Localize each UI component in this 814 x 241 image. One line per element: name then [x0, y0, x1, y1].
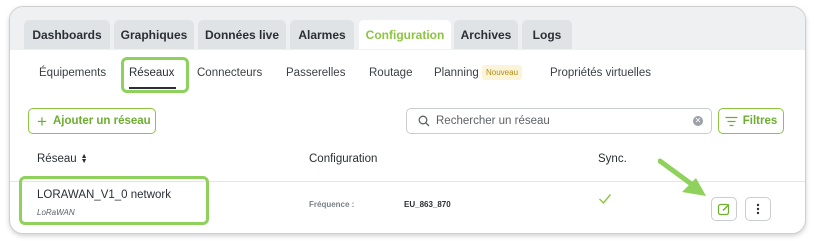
subnav-equipements[interactable]: Équipements [39, 67, 106, 79]
subnav-proprietes-virtuelles[interactable]: Propriétés virtuelles [550, 67, 651, 79]
clear-search-icon[interactable]: ✕ [693, 116, 703, 126]
edit-network-button[interactable] [711, 197, 737, 221]
vertical-dots-icon [756, 203, 760, 215]
main-tab-bar: Dashboards Graphiques Données live Alarm… [10, 7, 805, 50]
tab-archives[interactable]: Archives [454, 20, 518, 49]
subnav-reseaux[interactable]: Réseaux [129, 67, 174, 79]
filter-lines-icon [725, 116, 738, 126]
network-config-panel: Dashboards Graphiques Données live Alarm… [9, 6, 806, 234]
search-icon [418, 115, 430, 127]
search-placeholder: Rechercher un réseau [436, 115, 550, 127]
subnav-routage[interactable]: Routage [369, 67, 412, 79]
config-subnav: Équipements Réseaux Connecteurs Passerel… [10, 50, 805, 98]
sort-icon[interactable]: ▲ ▼ [81, 153, 88, 165]
column-header-reseau-label: Réseau [37, 153, 77, 165]
tab-graphiques[interactable]: Graphiques [114, 20, 194, 49]
config-label: Fréquence : [309, 200, 355, 209]
column-header-sync-label: Sync. [598, 153, 627, 165]
tab-alarmes[interactable]: Alarmes [290, 20, 354, 49]
active-subnav-underline [129, 87, 176, 89]
network-search-input[interactable]: Rechercher un réseau ✕ [406, 108, 712, 134]
filters-button[interactable]: Filtres [718, 108, 784, 134]
sync-check-icon [599, 194, 612, 205]
config-value: EU_863_870 [404, 200, 451, 209]
add-network-label: Ajouter un réseau [52, 115, 151, 127]
column-header-sync: Sync. [598, 153, 627, 165]
plus-icon: + [37, 111, 47, 131]
tab-logs[interactable]: Logs [522, 20, 572, 49]
subnav-planning[interactable]: Planning [434, 67, 479, 79]
new-badge: Nouveau [482, 65, 523, 80]
tab-dashboards[interactable]: Dashboards [24, 20, 110, 49]
column-header-reseau[interactable]: Réseau ▲ ▼ [37, 153, 88, 165]
tab-configuration[interactable]: Configuration [359, 20, 451, 49]
column-header-configuration: Configuration [309, 153, 377, 165]
filters-label: Filtres [742, 115, 778, 127]
subnav-connecteurs[interactable]: Connecteurs [197, 67, 262, 79]
tab-donnees-live[interactable]: Données live [198, 20, 286, 49]
network-type: LoRaWAN [37, 208, 75, 217]
column-header-configuration-label: Configuration [309, 153, 378, 165]
subnav-passerelles[interactable]: Passerelles [286, 67, 345, 79]
add-network-button[interactable]: + Ajouter un réseau [28, 108, 156, 134]
pointer-arrow-icon [658, 158, 706, 196]
row-more-options-button[interactable] [745, 197, 771, 221]
network-name[interactable]: LORAWAN_V1_0 network [37, 189, 171, 201]
edit-icon [717, 203, 730, 216]
